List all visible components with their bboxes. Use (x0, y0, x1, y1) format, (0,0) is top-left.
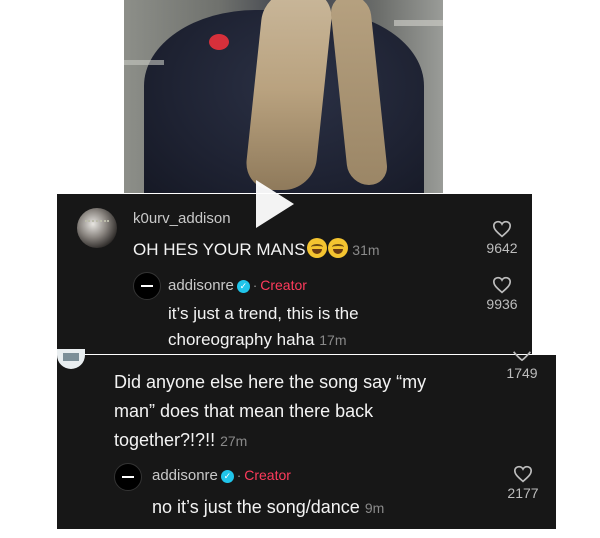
commenter-avatar[interactable] (57, 349, 85, 369)
heart-outline-icon (492, 220, 512, 238)
reply-text-line-2: choreography haha (168, 330, 315, 349)
comment-time: 27m (220, 433, 248, 449)
video-background-rail (394, 20, 443, 26)
video-thumbnail[interactable] (124, 0, 443, 193)
reply-header: addisonre ✓ · Creator (168, 277, 307, 294)
video-background-rail-left (124, 60, 164, 65)
separator-dot: · (236, 468, 242, 483)
reply-username[interactable]: addisonre (152, 467, 218, 484)
reply-text: it’s just a trend, this is the choreogra… (168, 301, 359, 353)
like-button[interactable]: 9642 (477, 220, 527, 256)
like-count: 9642 (486, 240, 518, 256)
reply-like-count: 9936 (486, 296, 518, 312)
like-button[interactable]: 1749 (497, 349, 547, 381)
heart-outline-icon (492, 276, 512, 294)
comment-text: OH HES YOUR MANS 31m (133, 237, 380, 263)
creator-label: Creator (260, 277, 307, 293)
verified-badge-icon: ✓ (220, 470, 234, 483)
reply-text-line-2-wrap: choreography haha 17m (168, 327, 359, 353)
reply-avatar[interactable] (114, 463, 142, 491)
creator-label: Creator (244, 467, 291, 483)
separator-dot: · (252, 278, 258, 293)
reply-time: 9m (364, 500, 385, 516)
heart-outline-icon (513, 351, 531, 362)
reply-avatar[interactable] (133, 272, 161, 300)
reply-text: no it’s just the song/dance 9m (152, 494, 384, 521)
reply-time: 17m (319, 332, 347, 348)
verified-badge-icon: ✓ (236, 280, 250, 293)
reply-username[interactable]: addisonre (168, 277, 234, 294)
reply-like-count: 2177 (507, 485, 539, 501)
comment-panel-2: Did anyone else here the song say “my ma… (57, 349, 556, 529)
video-subject-pin (209, 34, 229, 50)
commenter-avatar[interactable] (77, 208, 117, 248)
comment-time: 31m (352, 242, 380, 258)
comment-line-1: Did anyone else here the song say “my (114, 372, 427, 392)
reply-header: addisonre ✓ · Creator (152, 467, 291, 484)
comment-body: OH HES YOUR MANS (133, 240, 306, 259)
comment-line-2: man” does that mean there back (114, 401, 374, 421)
heart-outline-icon (513, 465, 533, 483)
laughing-emoji-icon (306, 238, 327, 258)
comment-panel-1: k0urv_addison OH HES YOUR MANS 31m 9642 … (57, 194, 532, 354)
play-icon[interactable] (256, 180, 294, 228)
reply-text-line-1: it’s just a trend, this is the (168, 304, 359, 323)
laughing-emoji-icon (327, 238, 348, 258)
reply-like-button[interactable]: 9936 (477, 276, 527, 312)
comment-username[interactable]: k0urv_addison (133, 210, 231, 227)
like-count: 1749 (506, 365, 538, 381)
comment-line-3: together?!?!! (114, 430, 216, 450)
comment-line-3-wrap: together?!?!! 27m (114, 426, 426, 456)
reply-like-button[interactable]: 2177 (498, 465, 548, 501)
comment-text: Did anyone else here the song say “my ma… (114, 368, 426, 456)
reply-body: no it’s just the song/dance (152, 497, 360, 517)
